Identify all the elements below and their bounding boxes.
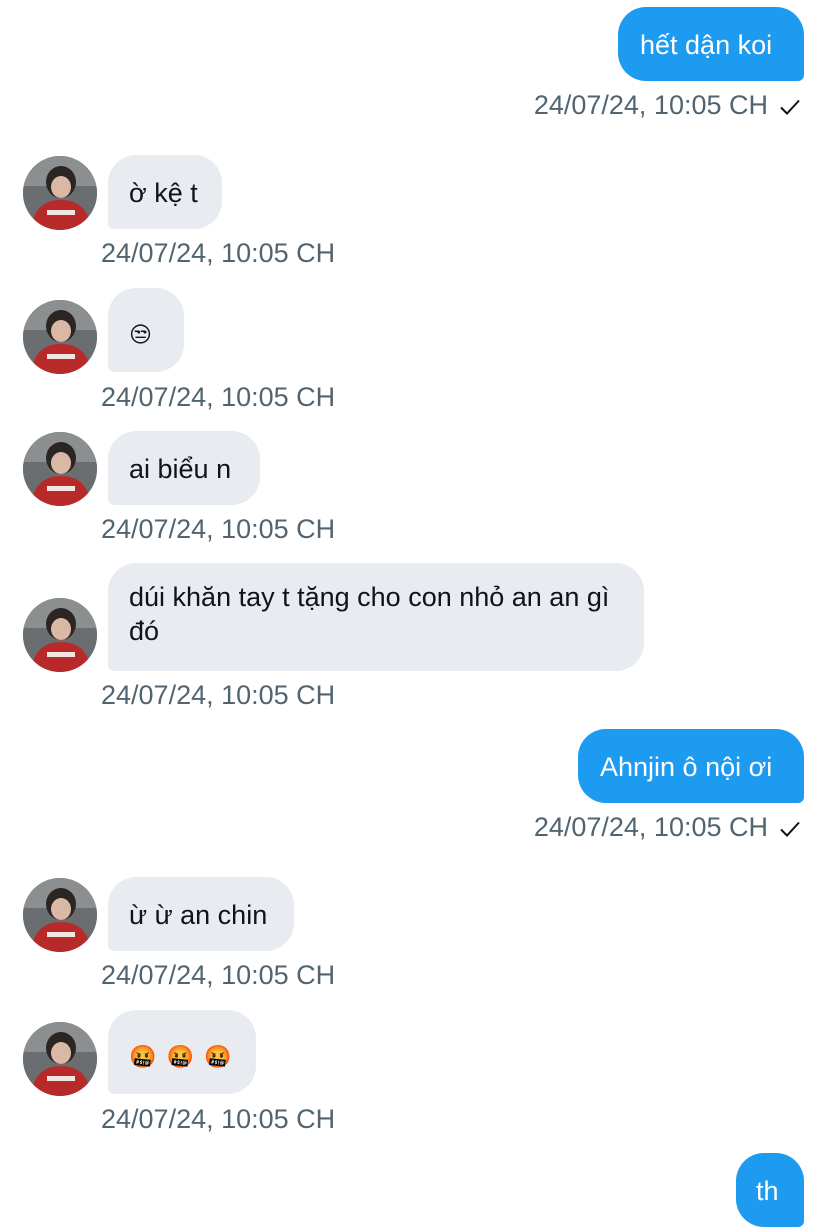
contact-avatar[interactable] <box>23 878 97 952</box>
incoming-message-bubble[interactable]: 😒 <box>108 288 184 372</box>
message-timestamp: 24/07/24, 10:05 CH <box>101 680 336 710</box>
incoming-message-bubble[interactable]: 🤬 🤬 🤬 <box>108 1010 256 1094</box>
message-timestamp: 24/07/24, 10:05 CH <box>101 1104 336 1134</box>
contact-avatar[interactable] <box>23 1022 97 1096</box>
incoming-message-bubble[interactable]: ai biểu n <box>108 431 260 505</box>
avatar-image <box>23 156 97 230</box>
sent-check-icon <box>780 99 800 115</box>
sent-check-icon <box>780 821 800 837</box>
incoming-message-bubble[interactable]: ừ ừ an chin <box>108 877 294 951</box>
contact-avatar[interactable] <box>23 156 97 230</box>
avatar-image <box>23 878 97 952</box>
message-timestamp: 24/07/24, 10:05 CH <box>101 238 336 268</box>
message-timestamp: 24/07/24, 10:05 CH <box>101 514 336 544</box>
avatar-image <box>23 432 97 506</box>
message-timestamp: 24/07/24, 10:05 CH <box>533 812 768 842</box>
incoming-message-bubble[interactable]: dúi khăn tay t tặng cho con nhỏ an an gì… <box>108 563 644 671</box>
avatar-image <box>23 300 97 374</box>
avatar-image <box>23 598 97 672</box>
message-timestamp: 24/07/24, 10:05 CH <box>533 90 768 120</box>
contact-avatar[interactable] <box>23 432 97 506</box>
contact-avatar[interactable] <box>23 598 97 672</box>
incoming-message-bubble[interactable]: ờ kệ t <box>108 155 222 229</box>
message-timestamp: 24/07/24, 10:05 CH <box>101 960 336 990</box>
avatar-image <box>23 1022 97 1096</box>
outgoing-message-bubble[interactable]: th <box>736 1153 804 1227</box>
message-timestamp: 24/07/24, 10:05 CH <box>101 382 336 412</box>
outgoing-message-bubble[interactable]: Ahnjin ô nội ơi <box>578 729 804 803</box>
outgoing-message-bubble[interactable]: hết dận koi <box>618 7 804 81</box>
contact-avatar[interactable] <box>23 300 97 374</box>
